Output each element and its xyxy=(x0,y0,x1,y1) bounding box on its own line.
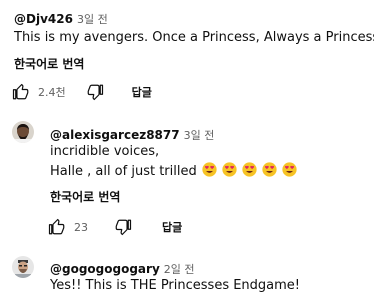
comment-header: @gogogogogary 2일 전 xyxy=(50,258,195,277)
thumbs-up-icon[interactable] xyxy=(12,83,30,101)
comment-text: Halle , all of just trilled xyxy=(50,164,197,179)
smiling-face-with-heart-eyes-emoji-icon xyxy=(242,162,257,177)
translate-button[interactable]: 한국어로 번역 xyxy=(50,188,120,205)
thumbs-up-icon[interactable] xyxy=(48,218,66,236)
smiling-face-with-heart-eyes-emoji-icon xyxy=(262,162,277,177)
translate-button[interactable]: 한국어로 번역 xyxy=(14,55,84,72)
reply-button[interactable]: 답글 xyxy=(132,84,152,100)
like-count: 2.4천 xyxy=(38,86,66,99)
comment-text-line: Halle , all of just trilled xyxy=(50,162,297,182)
comment-text-line: incridible voices, xyxy=(50,144,160,159)
comment-timestamp[interactable]: 3일 전 xyxy=(184,129,215,142)
smiling-face-with-heart-eyes-emoji-icon xyxy=(222,162,237,177)
thumbs-down-icon[interactable] xyxy=(114,218,132,236)
smiling-face-with-heart-eyes-emoji-icon xyxy=(282,162,297,177)
smiling-face-with-heart-eyes-emoji-icon xyxy=(202,162,217,177)
like-count: 23 xyxy=(74,220,88,234)
emoji-row xyxy=(197,162,297,182)
reply-button[interactable]: 답글 xyxy=(162,219,182,235)
comment-action-bar: 2.4천 답글 xyxy=(12,83,152,101)
comment-timestamp[interactable]: 3일 전 xyxy=(77,13,108,26)
comment-header: @Djv426 3일 전 xyxy=(14,8,108,27)
comment-header: @alexisgarcez8877 3일 전 xyxy=(50,124,214,143)
thumbs-down-icon[interactable] xyxy=(86,83,104,101)
avatar[interactable] xyxy=(12,256,34,278)
comment-action-bar: 23 답글 xyxy=(48,218,182,236)
comment-author[interactable]: @gogogogogary xyxy=(50,262,160,276)
comment-author[interactable]: @Djv426 xyxy=(14,12,73,26)
comment-text: This is my avengers. Once a Princess, Al… xyxy=(14,30,374,45)
comment-timestamp[interactable]: 2일 전 xyxy=(164,263,195,276)
comment-author[interactable]: @alexisgarcez8877 xyxy=(50,128,180,142)
avatar[interactable] xyxy=(12,121,34,143)
comment-text: Yes!! This is THE Princesses Endgame! xyxy=(50,278,301,293)
